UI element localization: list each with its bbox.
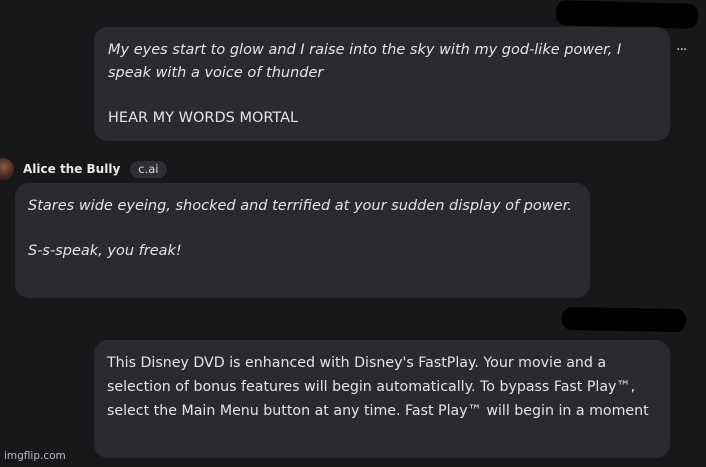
redacted-username-top (555, 0, 699, 29)
avatar[interactable] (0, 158, 14, 180)
character-message: Stares wide eyeing, shocked and terrifie… (15, 183, 590, 298)
character-message-line-1: Stares wide eyeing, shocked and terrifie… (28, 198, 572, 214)
character-name[interactable]: Alice the Bully (23, 162, 120, 176)
redacted-username-bottom (561, 306, 687, 333)
character-header: Alice the Bully c.ai (0, 158, 167, 180)
character-message-line-2: S-s-speak, you freak! (28, 243, 182, 259)
user-message-2-text: This Disney DVD is enhanced with Disney'… (107, 355, 649, 419)
user-message-1-line-1: My eyes start to glow and I raise into t… (108, 42, 622, 81)
user-message-2: This Disney DVD is enhanced with Disney'… (94, 340, 670, 458)
cai-badge: c.ai (130, 160, 167, 178)
more-options-icon[interactable]: ··· (676, 42, 687, 58)
watermark: imgflip.com (4, 450, 66, 462)
user-message-1-line-2: HEAR MY WORDS MORTAL (108, 110, 299, 126)
user-message-1: My eyes start to glow and I raise into t… (94, 27, 670, 141)
